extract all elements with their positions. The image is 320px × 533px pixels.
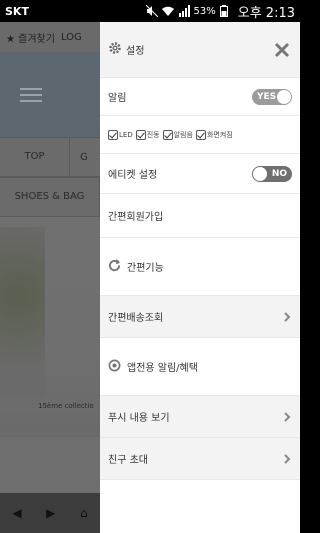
mute-icon: [145, 4, 158, 18]
drawer-header: 설정: [100, 22, 300, 78]
bg-category-top: TOP: [0, 137, 70, 177]
home-icon: ⌂: [80, 506, 88, 520]
etiquette-toggle[interactable]: NO: [252, 165, 292, 182]
chevron-right-icon: [282, 453, 292, 464]
led-checkbox[interactable]: LED: [108, 129, 133, 140]
notifications-toggle[interactable]: YES: [252, 88, 292, 105]
screen-on-checkbox[interactable]: 화면켜짐: [195, 129, 233, 140]
close-button[interactable]: [272, 40, 292, 60]
chevron-right-icon: [282, 311, 292, 322]
bg-category-row: TOP G: [0, 137, 100, 177]
push-view-label: 푸시 내용 보기: [108, 413, 170, 424]
etiquette-row: 에티켓 설정 NO: [100, 154, 300, 194]
bg-photo: 15ème collectio: [0, 217, 100, 437]
notification-options-row: LED 진동 알림음 화면켜짐: [100, 116, 300, 154]
bg-plant-image: [0, 227, 45, 397]
signal-icon: [178, 5, 190, 17]
close-icon: [274, 42, 290, 57]
notifications-row: 알림 YES: [100, 78, 300, 116]
settings-drawer: 설정 알림 YES LED 진동 알림음 화면켜짐 에티켓 설정 NO 간편회원…: [100, 22, 300, 533]
simple-signup-label: 간편회원가입: [108, 212, 164, 223]
vibrate-checkbox[interactable]: 진동: [135, 129, 160, 140]
bg-hero: [0, 52, 100, 137]
menu-icon: [20, 87, 42, 102]
bg-favorites: ★ 즐겨찾기: [6, 33, 55, 45]
forward-arrow-icon: ▶: [46, 506, 56, 520]
simple-function-label: 간편기능: [127, 263, 164, 274]
back-arrow-icon: ◀: [12, 506, 22, 520]
battery-percent: 53%: [193, 5, 216, 17]
bg-caption: 15ème collectio: [38, 402, 94, 410]
simple-signup-row[interactable]: 간편회원가입: [100, 194, 300, 238]
bg-login: LOG: [60, 31, 82, 43]
bg-bottom-nav: ◀ ▶ ⌂: [0, 493, 100, 533]
invite-row[interactable]: 친구 초대: [100, 438, 300, 480]
bg-category-next: G: [80, 151, 88, 163]
bg-category-row-2: SHOES & BAG: [0, 177, 100, 217]
battery-icon: [219, 5, 232, 17]
invite-label: 친구 초대: [108, 455, 148, 466]
simple-function-row[interactable]: 간편기능: [100, 238, 300, 296]
notifications-label: 알림: [108, 93, 127, 104]
bg-category-shoes: SHOES & BAG: [0, 177, 100, 217]
app-notice-label: 앱전용 알림/혜택: [127, 363, 198, 374]
status-bar: SKT 53% 오후 2:13: [0, 0, 300, 22]
gear-icon: [108, 40, 122, 59]
simple-delivery-label: 간편배송조회: [108, 313, 164, 324]
sound-checkbox[interactable]: 알림음: [162, 129, 193, 140]
clock: 오후 2:13: [237, 5, 295, 21]
carrier-label: SKT: [5, 4, 29, 18]
background-app: ★ 즐겨찾기 LOG TOP G SHOES & BAG 15ème colle…: [0, 22, 100, 533]
push-view-row[interactable]: 푸시 내용 보기: [100, 396, 300, 438]
app-notice-row[interactable]: 앱전용 알림/혜택: [100, 338, 300, 396]
etiquette-label: 에티켓 설정: [108, 170, 158, 181]
chevron-right-icon: [282, 411, 292, 422]
refresh-icon: [108, 258, 121, 275]
target-icon: [108, 359, 121, 375]
drawer-title: 설정: [126, 46, 145, 57]
simple-delivery-row[interactable]: 간편배송조회: [100, 296, 300, 338]
bg-topbar: ★ 즐겨찾기 LOG: [0, 22, 100, 52]
wifi-icon: [161, 5, 174, 17]
